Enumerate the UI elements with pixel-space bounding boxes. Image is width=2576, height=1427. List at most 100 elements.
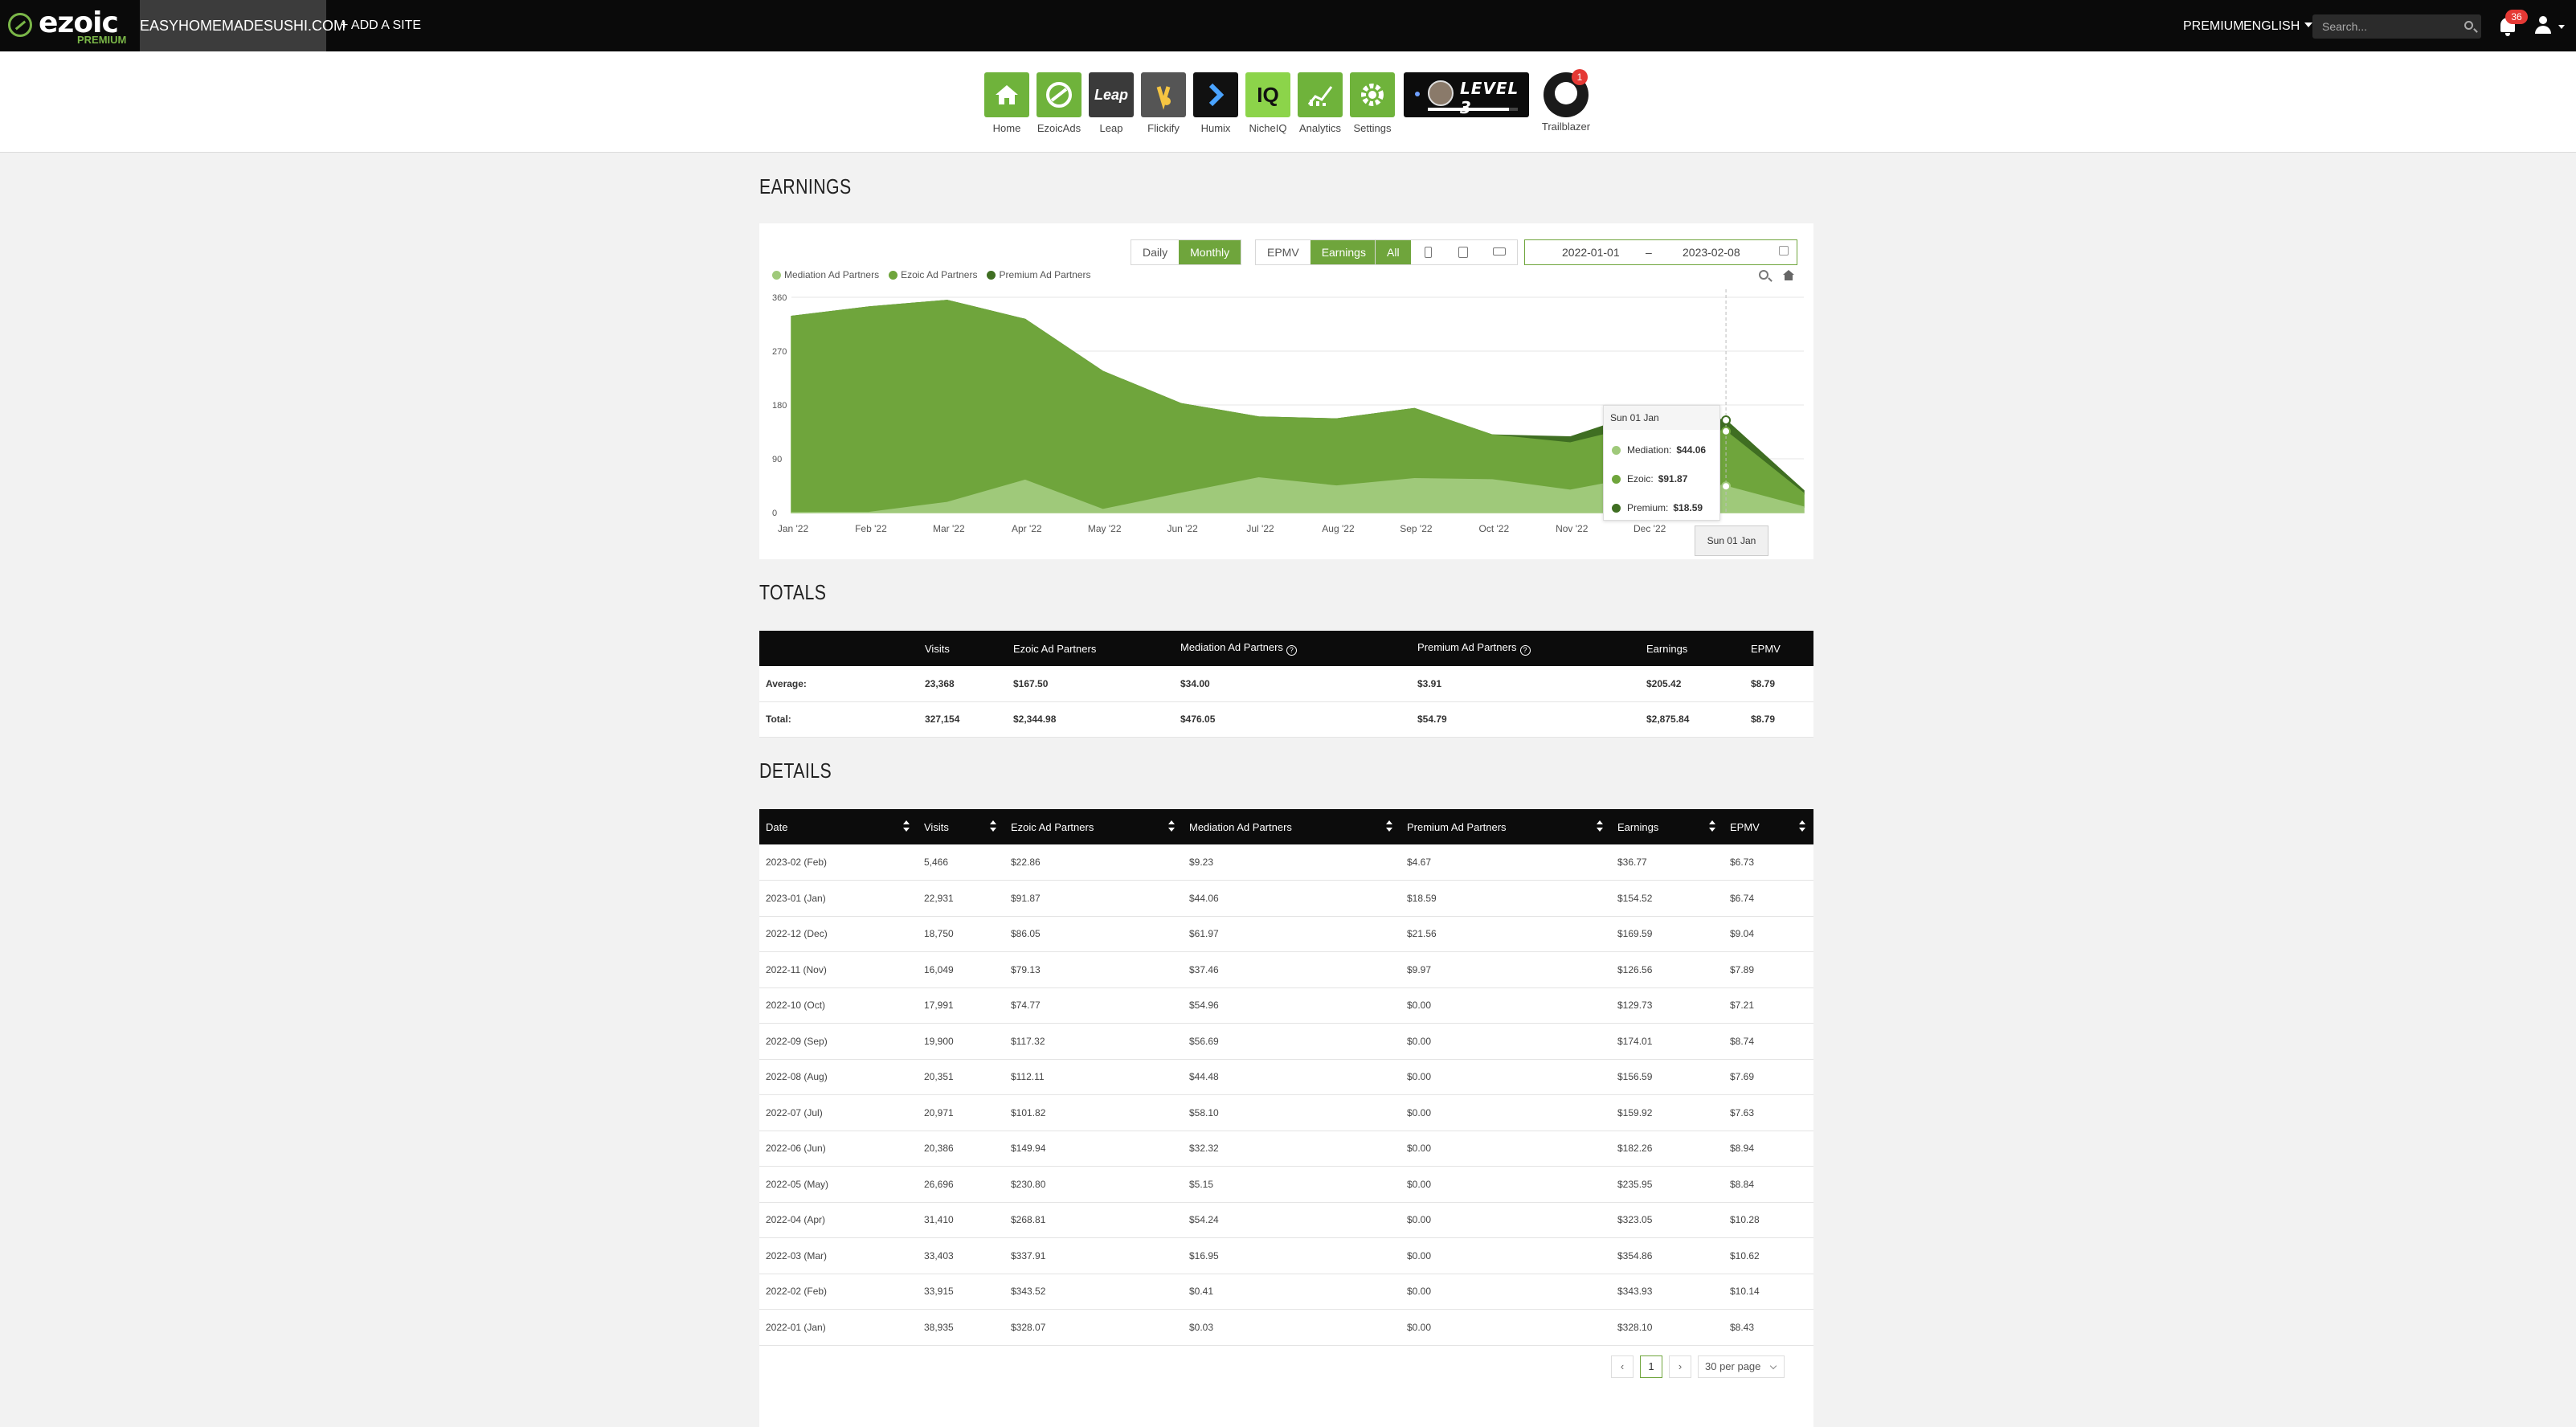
table-cell: $154.52 [1617, 892, 1653, 904]
language-dropdown[interactable]: ENGLISH [2243, 0, 2312, 53]
chart-tooltip: Sun 01 Jan Mediation: $44.06 Ezoic: $91.87… [1603, 405, 1720, 521]
help-icon[interactable]: ? [1519, 645, 1531, 656]
table-cell: 2023-02 (Feb) [766, 857, 828, 868]
trailblazer-button[interactable]: 1 Trailblazer [1538, 69, 1594, 133]
level-dot-icon [1415, 92, 1420, 96]
table-cell: $126.56 [1617, 963, 1653, 975]
table-row: 2022-07 (Jul) 20,971 $101.82 $58.10 $0.00 $15… [759, 1095, 1813, 1131]
table-row: 2022-04 (Apr) 31,410 $268.81 $54.24 $0.00 $32… [759, 1202, 1813, 1238]
level-label: LEVEL 3 [1460, 79, 1519, 117]
column-header-label: Visits [925, 642, 950, 655]
sort-icon[interactable] [1709, 820, 1715, 833]
sort-icon[interactable] [903, 820, 910, 833]
column-header: Visits [918, 631, 1007, 666]
sort-icon[interactable] [1799, 820, 1805, 833]
tooltip-label: Premium: [1627, 502, 1669, 513]
sort-icon[interactable] [990, 820, 996, 833]
x-tick-label: Mar '22 [933, 523, 965, 534]
table-row: 2022-09 (Sep) 19,900 $117.32 $56.69 $0.00 $17… [759, 1024, 1813, 1059]
table-cell: 38,935 [924, 1321, 954, 1333]
app-ezoicads[interactable]: EzoicAds [1037, 72, 1082, 134]
table-cell: $7.89 [1730, 963, 1755, 975]
column-header-label: Ezoic Ad Partners [1011, 820, 1094, 833]
table-cell: $10.28 [1730, 1214, 1760, 1226]
search-input[interactable]: Search... [2312, 14, 2481, 39]
table-cell: $0.00 [1407, 1000, 1432, 1012]
table-cell: $16.95 [1189, 1249, 1219, 1261]
add-site-button[interactable]: + ADD A SITE [341, 0, 421, 51]
column-header[interactable]: Mediation Ad Partners [1183, 809, 1400, 844]
column-header-label: Premium Ad Partners [1417, 641, 1517, 653]
column-header: Earnings [1640, 631, 1744, 666]
humix-icon [1193, 72, 1238, 117]
app-launcher-bar: Home EzoicAds Leap Leap Flickify Humix I… [0, 51, 2576, 153]
table-cell: $268.81 [1011, 1214, 1046, 1226]
y-tick-label: 360 [772, 293, 787, 303]
ezoic-logo[interactable]: ezoic PREMIUM [8, 6, 129, 46]
table-cell: 2022-12 (Dec) [766, 928, 828, 940]
per-page-select[interactable]: 30 per page [1698, 1355, 1785, 1378]
table-cell: 33,403 [924, 1249, 954, 1261]
table-cell: $8.84 [1730, 1178, 1755, 1190]
prev-page-button[interactable]: ‹ [1611, 1355, 1634, 1378]
help-icon[interactable]: ? [1286, 645, 1297, 656]
app-settings[interactable]: Settings [1350, 72, 1395, 134]
column-header[interactable]: Earnings [1611, 809, 1723, 844]
sort-icon[interactable] [1597, 820, 1603, 833]
sort-icon[interactable] [1386, 820, 1392, 833]
site-selector[interactable]: EASYHOMEMADESUSHI.COM [140, 0, 346, 51]
app-humix[interactable]: Humix [1193, 72, 1238, 134]
nicheiq-icon: IQ [1245, 72, 1290, 117]
tooltip-row-ezoic: Ezoic: $91.87 [1612, 473, 1687, 485]
table-row: 2022-05 (May) 26,696 $230.80 $5.15 $0.00 $235… [759, 1167, 1813, 1202]
table-cell: $235.95 [1617, 1178, 1653, 1190]
table-cell: 17,991 [924, 1000, 954, 1012]
column-header[interactable]: Ezoic Ad Partners [1004, 809, 1183, 844]
user-menu-caret-icon[interactable] [2558, 25, 2565, 32]
table-row: 2022-06 (Jun) 20,386 $149.94 $32.32 $0.00 $18… [759, 1131, 1813, 1167]
table-row: 2023-02 (Feb) 5,466 $22.86 $9.23 $4.67 $36.77… [759, 844, 1813, 881]
ezoicads-icon [1037, 72, 1082, 117]
column-header: Ezoic Ad Partners [1007, 631, 1174, 666]
premium-link[interactable]: PREMIUM [2183, 0, 2244, 53]
table-cell: $149.94 [1011, 1143, 1046, 1155]
app-analytics[interactable]: Analytics [1298, 72, 1343, 134]
table-cell: 19,900 [924, 1035, 954, 1047]
table-cell: 31,410 [924, 1214, 954, 1226]
next-page-button[interactable]: › [1669, 1355, 1691, 1378]
table-cell: $0.03 [1189, 1321, 1214, 1333]
app-leap[interactable]: Leap Leap [1089, 72, 1134, 134]
top-navigation-bar: ezoic PREMIUM EASYHOMEMADESUSHI.COM + AD… [0, 0, 2576, 51]
nicheiq-icon-text: IQ [1257, 83, 1279, 107]
table-cell: 20,351 [924, 1071, 954, 1083]
table-cell: $79.13 [1011, 963, 1041, 975]
app-home[interactable]: Home [984, 72, 1029, 134]
table-cell: $230.80 [1011, 1178, 1046, 1190]
app-flickify[interactable]: Flickify [1141, 72, 1186, 134]
y-tick-label: 180 [772, 401, 787, 411]
column-header[interactable]: EPMV [1723, 809, 1813, 844]
table-cell: $205.42 [1646, 677, 1682, 689]
table-cell: 33,915 [924, 1286, 954, 1298]
table-cell: $0.00 [1407, 1143, 1432, 1155]
sort-icon[interactable] [1168, 820, 1175, 833]
app-nicheiq[interactable]: IQ NicheIQ [1245, 72, 1290, 134]
level-progress-card[interactable]: LEVEL 3 [1404, 72, 1529, 117]
y-tick-label: 90 [772, 455, 782, 464]
x-tick-label: Sep '22 [1400, 523, 1433, 534]
details-title: DETAILS [759, 758, 832, 783]
current-page-button[interactable]: 1 [1640, 1355, 1662, 1378]
column-header[interactable]: Premium Ad Partners [1400, 809, 1611, 844]
column-header-label: Earnings [1646, 642, 1688, 655]
search-icon[interactable] [2464, 21, 2473, 30]
app-label: Humix [1200, 122, 1231, 134]
table-cell: 2022-09 (Sep) [766, 1035, 828, 1047]
x-tick-label: Jan '22 [778, 523, 809, 534]
x-tick-label: Dec '22 [1634, 523, 1666, 534]
home-icon [984, 72, 1029, 117]
search-placeholder: Search... [2322, 20, 2368, 33]
user-icon[interactable] [2534, 16, 2552, 34]
column-header[interactable]: Date [759, 809, 918, 844]
column-header[interactable]: Visits [918, 809, 1004, 844]
table-cell: $18.59 [1407, 892, 1437, 904]
